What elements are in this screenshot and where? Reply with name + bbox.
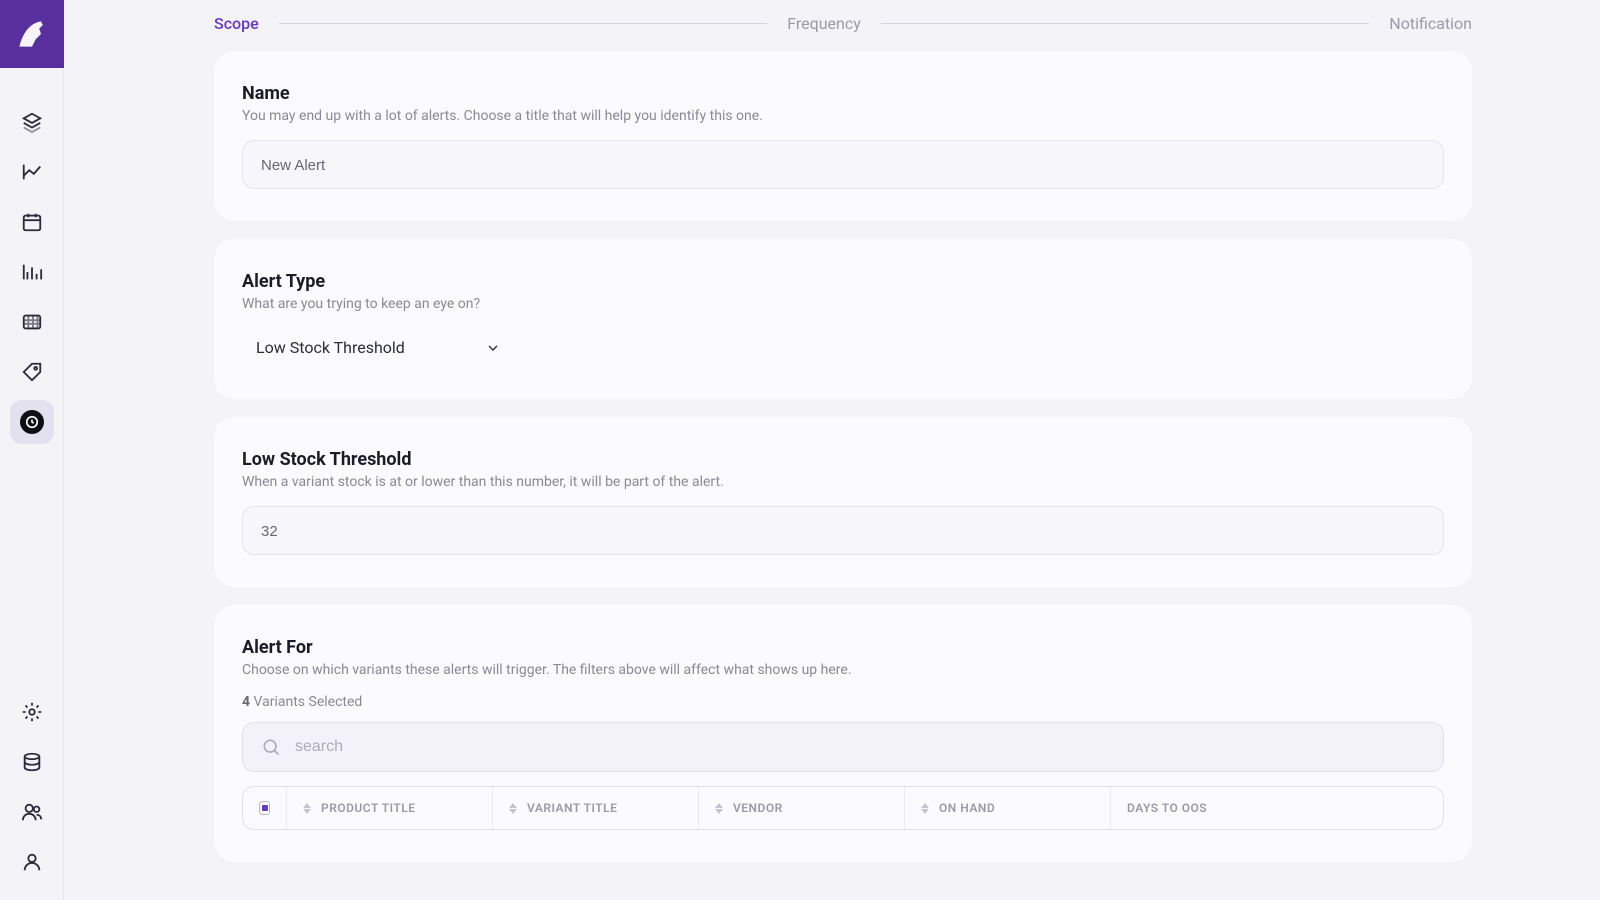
nav-users-icon[interactable] (10, 790, 54, 834)
name-desc: You may end up with a lot of alerts. Cho… (242, 108, 1444, 124)
threshold-card: Low Stock Threshold When a variant stock… (214, 417, 1472, 587)
name-input[interactable] (261, 157, 1425, 174)
col-variant-title[interactable]: VARIANT TITLE (493, 787, 699, 829)
nav-calendar-icon[interactable] (10, 200, 54, 244)
step-line (279, 23, 768, 24)
step-frequency[interactable]: Frequency (787, 14, 861, 33)
threshold-input[interactable] (261, 523, 1425, 540)
step-scope[interactable]: Scope (214, 14, 259, 33)
step-line (881, 23, 1370, 24)
stepper: Scope Frequency Notification (214, 4, 1472, 51)
type-title: Alert Type (242, 271, 1444, 292)
select-all-checkbox[interactable] (243, 787, 287, 829)
search-icon (261, 737, 281, 757)
for-card: Alert For Choose on which variants these… (214, 605, 1472, 862)
threshold-title: Low Stock Threshold (242, 449, 1444, 470)
sort-icon (303, 803, 311, 814)
variants-selected-count: 4 Variants Selected (242, 694, 1444, 710)
nav-settings-icon[interactable] (10, 690, 54, 734)
col-vendor[interactable]: VENDOR (699, 787, 905, 829)
type-selected-value: Low Stock Threshold (256, 338, 405, 357)
chevron-down-icon (485, 340, 501, 356)
nav-trend-icon[interactable] (10, 150, 54, 194)
nav-grid-icon[interactable] (10, 300, 54, 344)
for-title: Alert For (242, 637, 1444, 658)
sort-icon (509, 803, 517, 814)
type-card: Alert Type What are you trying to keep a… (214, 239, 1472, 399)
nav-user-icon[interactable] (10, 840, 54, 884)
type-desc: What are you trying to keep an eye on? (242, 296, 1444, 312)
nav-database-icon[interactable] (10, 740, 54, 784)
sort-icon (921, 803, 929, 814)
threshold-desc: When a variant stock is at or lower than… (242, 474, 1444, 490)
nav-clock-icon[interactable] (10, 400, 54, 444)
logo[interactable] (0, 0, 64, 68)
name-title: Name (242, 83, 1444, 104)
col-product-title[interactable]: PRODUCT TITLE (287, 787, 493, 829)
col-on-hand[interactable]: ON HAND (905, 787, 1111, 829)
col-days-to-oos[interactable]: DAYS TO OOS (1111, 787, 1443, 829)
name-card: Name You may end up with a lot of alerts… (214, 51, 1472, 221)
search-input[interactable] (295, 738, 1425, 756)
table-header: PRODUCT TITLE VARIANT TITLE VENDOR ON HA… (242, 786, 1444, 830)
nav-bars-icon[interactable] (10, 250, 54, 294)
for-desc: Choose on which variants these alerts wi… (242, 662, 1444, 678)
step-notification[interactable]: Notification (1389, 14, 1472, 33)
nav-tag-icon[interactable] (10, 350, 54, 394)
sort-icon (715, 803, 723, 814)
type-select[interactable]: Low Stock Threshold (242, 328, 515, 367)
search-wrap[interactable] (242, 722, 1444, 772)
nav-layers-icon[interactable] (10, 100, 54, 144)
